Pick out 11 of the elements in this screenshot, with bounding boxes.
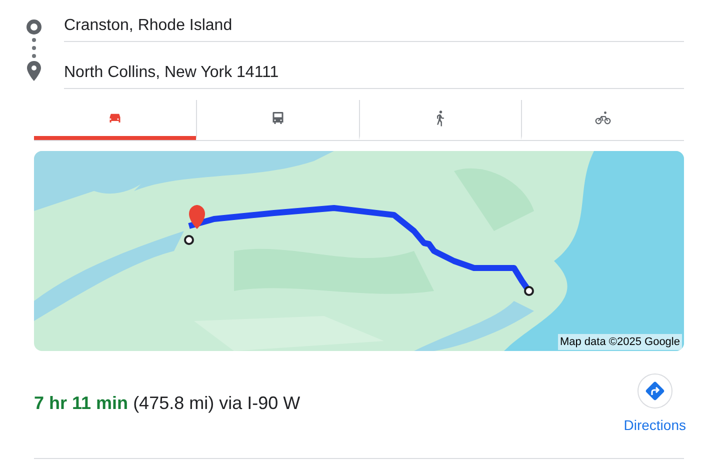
directions-button[interactable]: Directions [624, 373, 686, 436]
destination-field[interactable]: North Collins, New York 14111 [64, 61, 684, 89]
route-detail-text: (475.8 mi) via I-90 W [133, 393, 300, 413]
duration-text: 7 hr 11 min [34, 393, 128, 413]
origin-field[interactable]: Cranston, Rhode Island [64, 14, 684, 42]
origin-icon [26, 19, 42, 35]
dots-icon [32, 38, 36, 58]
pin-icon [27, 61, 41, 81]
directions-icon [636, 373, 673, 409]
map-attribution: Map data ©2025 Google [558, 334, 682, 350]
bicycle-icon [594, 109, 612, 127]
